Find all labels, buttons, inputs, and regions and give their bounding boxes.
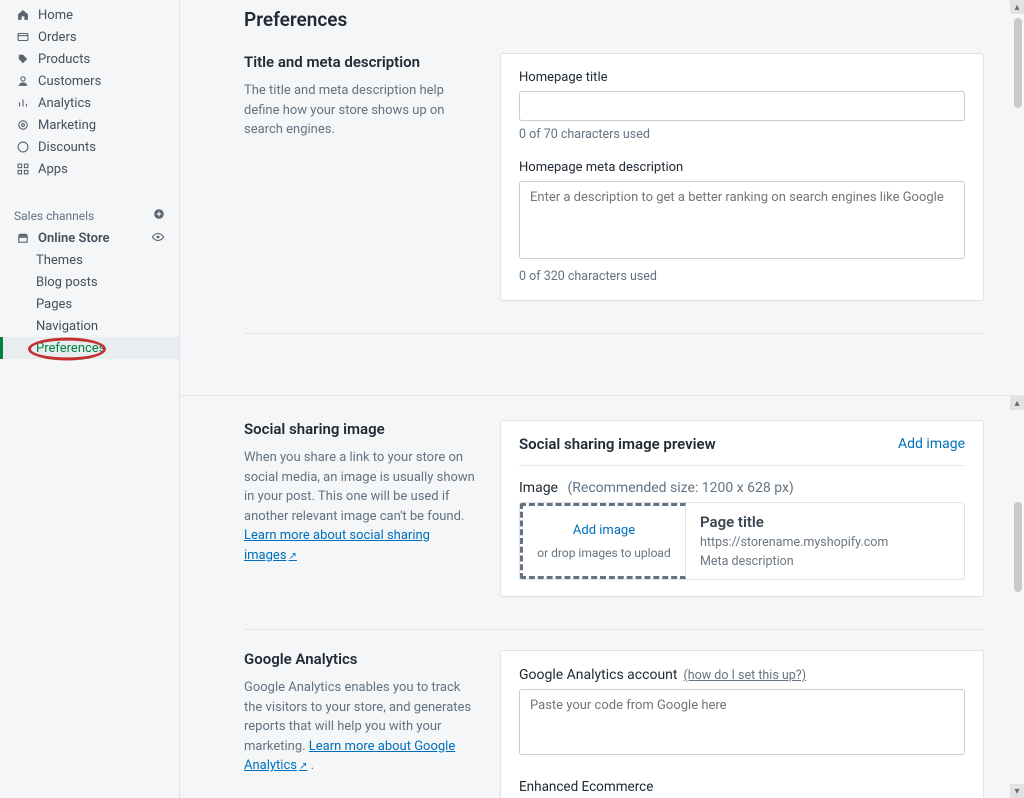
section-left: Google Analytics Google Analytics enable… (244, 650, 476, 776)
nav-label: Orders (38, 30, 77, 45)
section-social-sharing: Social sharing image When you share a li… (244, 420, 984, 619)
sidebar: Home Orders Products Customers Analytics (0, 0, 180, 798)
subnav-navigation[interactable]: Navigation (0, 315, 179, 337)
section-left: Social sharing image When you share a li… (244, 420, 476, 565)
ga-account-label: Google Analytics account (519, 667, 677, 683)
store-icon (14, 231, 32, 245)
card-header: Social sharing image preview Add image (519, 435, 965, 466)
scroll-down-arrow[interactable]: ▾ (1010, 784, 1024, 798)
learn-social-sharing-link[interactable]: Learn more about social sharing images↗ (244, 528, 430, 563)
section-heading: Title and meta description (244, 53, 476, 71)
nav-label: Apps (38, 162, 68, 177)
subnav-label: Themes (36, 253, 83, 268)
scrollbar-thumb[interactable] (1014, 502, 1022, 592)
customers-icon (14, 74, 32, 88)
meta-char-helper: 0 of 320 characters used (519, 269, 965, 284)
subnav-label: Blog posts (36, 275, 98, 290)
homepage-title-input[interactable] (519, 91, 965, 121)
subnav-label: Pages (36, 297, 72, 312)
orders-icon (14, 30, 32, 44)
card-title: Social sharing image preview (519, 435, 716, 453)
scrollbar-thumb[interactable] (1014, 18, 1022, 108)
discounts-icon: % (14, 140, 32, 154)
nav-apps[interactable]: Apps (0, 158, 179, 180)
section-divider (244, 333, 984, 334)
section-heading: Social sharing image (244, 420, 476, 438)
section-google-analytics: Google Analytics Google Analytics enable… (244, 650, 984, 798)
section-title-meta: Title and meta description The title and… (244, 53, 984, 323)
preview-meta: Meta description (700, 554, 950, 569)
nav-label: Analytics (38, 96, 91, 111)
ga-code-input[interactable] (519, 689, 965, 755)
nav-label: Discounts (38, 140, 96, 155)
card-google-analytics: Google Analytics account (how do I set t… (500, 650, 984, 798)
view-store-icon[interactable] (151, 230, 165, 247)
nav-label: Online Store (38, 231, 110, 246)
nav-discounts[interactable]: % Discounts (0, 136, 179, 158)
section-left: Title and meta description The title and… (244, 53, 476, 140)
title-char-helper: 0 of 70 characters used (519, 127, 965, 142)
nav-products[interactable]: Products (0, 48, 179, 70)
add-channel-icon[interactable] (153, 208, 165, 223)
ga-howto-link[interactable]: (how do I set this up?) (683, 668, 806, 683)
enhanced-ecommerce-sub: Enhanced Ecommerce You must upgrade to t… (519, 779, 965, 798)
subnav-themes[interactable]: Themes (0, 249, 179, 271)
add-image-link[interactable]: Add image (898, 436, 965, 452)
app-root: Home Orders Products Customers Analytics (0, 0, 1024, 798)
nav-home[interactable]: Home (0, 4, 179, 26)
meta-description-input[interactable] (519, 181, 965, 259)
card-social-sharing: Social sharing image preview Add image I… (500, 420, 984, 597)
apps-icon (14, 162, 32, 176)
preview-page-title: Page title (700, 513, 950, 531)
section-divider (244, 629, 984, 630)
image-field-label: Image (519, 480, 558, 496)
card-title-meta: Homepage title 0 of 70 characters used H… (500, 53, 984, 301)
nav-marketing[interactable]: Marketing (0, 114, 179, 136)
social-preview-text: Page title https://storename.myshopify.c… (686, 503, 964, 579)
social-preview-row: Add image or drop images to upload Page … (519, 502, 965, 580)
nav-orders[interactable]: Orders (0, 26, 179, 48)
analytics-icon (14, 96, 32, 110)
nav-label: Marketing (38, 118, 96, 133)
section-header-label: Sales channels (14, 209, 94, 223)
desc-text: . (307, 758, 314, 773)
image-recommended-size: (Recommended size: 1200 x 628 px) (567, 480, 793, 496)
dropzone-add-link[interactable]: Add image (573, 523, 635, 538)
nav-label: Products (38, 52, 90, 67)
homepage-title-label: Homepage title (519, 70, 965, 85)
nav-label: Home (38, 8, 73, 23)
svg-text:%: % (21, 143, 26, 151)
products-icon (14, 52, 32, 66)
panel-preferences-bottom: ▴ ▾ Social sharing image When you share … (180, 396, 1024, 798)
nav-online-store[interactable]: Online Store (0, 227, 179, 249)
image-dropzone[interactable]: Add image or drop images to upload (520, 503, 686, 579)
subnav-preferences[interactable]: Preferences (0, 337, 179, 359)
section-description: The title and meta description help defi… (244, 81, 476, 140)
ga-account-label-row: Google Analytics account (how do I set t… (519, 667, 965, 683)
home-icon (14, 8, 32, 22)
subnav-pages[interactable]: Pages (0, 293, 179, 315)
enhanced-ecommerce-title: Enhanced Ecommerce (519, 779, 965, 795)
external-link-icon: ↗ (289, 551, 297, 562)
section-description: When you share a link to your store on s… (244, 448, 476, 565)
scroll-up-arrow[interactable]: ▴ (1010, 396, 1024, 410)
scroll-up-arrow[interactable]: ▴ (1010, 0, 1024, 14)
section-heading: Google Analytics (244, 650, 476, 668)
nav-label: Customers (38, 74, 101, 89)
panel-preferences-top: ▴ Preferences Title and meta description… (180, 0, 1024, 396)
subnav-label: Navigation (36, 319, 98, 334)
meta-description-label: Homepage meta description (519, 160, 965, 175)
main-content: ▴ Preferences Title and meta description… (180, 0, 1024, 798)
page-title: Preferences (244, 8, 984, 31)
subnav-blog-posts[interactable]: Blog posts (0, 271, 179, 293)
subnav-label: Preferences (36, 341, 105, 356)
nav-customers[interactable]: Customers (0, 70, 179, 92)
nav-analytics[interactable]: Analytics (0, 92, 179, 114)
sales-channels-header: Sales channels (0, 202, 179, 227)
marketing-icon (14, 118, 32, 132)
dropzone-helper: or drop images to upload (537, 546, 670, 560)
desc-text: When you share a link to your store on s… (244, 450, 475, 524)
preview-url: https://storename.myshopify.com (700, 535, 950, 550)
section-description: Google Analytics enables you to track th… (244, 678, 476, 776)
